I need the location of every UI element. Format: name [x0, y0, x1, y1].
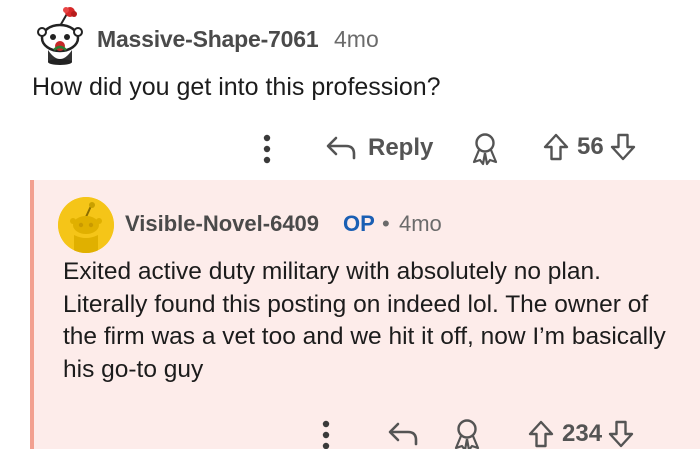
upvote-button[interactable]: [543, 132, 569, 162]
reply-button[interactable]: Reply: [324, 134, 433, 162]
award-icon: [472, 133, 498, 166]
reply-button[interactable]: [386, 420, 420, 453]
reply-arrow-icon: [388, 422, 418, 446]
award-button[interactable]: [470, 132, 500, 171]
reply-arrow-icon: [326, 136, 356, 160]
more-vertical-icon: [322, 420, 330, 449]
snoo-avatar-icon: [37, 7, 83, 65]
more-options-button[interactable]: [255, 132, 279, 166]
downvote-arrow-icon: [610, 133, 635, 161]
downvote-arrow-icon: [608, 420, 634, 447]
downvote-button[interactable]: [608, 419, 634, 449]
comment-age: 4mo: [399, 211, 442, 236]
comment-age: 4mo: [334, 26, 379, 52]
vote-count: 56: [577, 133, 604, 160]
avatar[interactable]: [30, 6, 90, 66]
upvote-button[interactable]: [528, 419, 554, 449]
vote-controls: 56: [543, 132, 636, 162]
avatar[interactable]: [58, 197, 114, 253]
comment-body: How did you get into this profession?: [32, 73, 441, 101]
comment-author[interactable]: Visible-Novel-6409: [125, 211, 319, 237]
upvote-arrow-icon: [543, 133, 569, 161]
more-vertical-icon: [263, 134, 271, 164]
downvote-button[interactable]: [610, 132, 636, 162]
reply-label: Reply: [368, 134, 434, 161]
comment-author[interactable]: Massive-Shape-7061: [97, 26, 319, 53]
snoo-avatar-icon: [58, 197, 114, 253]
vote-controls: 234: [528, 418, 634, 449]
award-button[interactable]: [452, 418, 482, 449]
separator-dot: •: [382, 211, 390, 236]
more-options-button[interactable]: [314, 418, 338, 449]
op-badge: OP: [343, 211, 375, 236]
vote-count: 234: [562, 419, 603, 447]
award-icon: [454, 419, 480, 449]
comment-body: Exited active duty military with absolut…: [63, 258, 666, 383]
upvote-arrow-icon: [528, 420, 554, 447]
